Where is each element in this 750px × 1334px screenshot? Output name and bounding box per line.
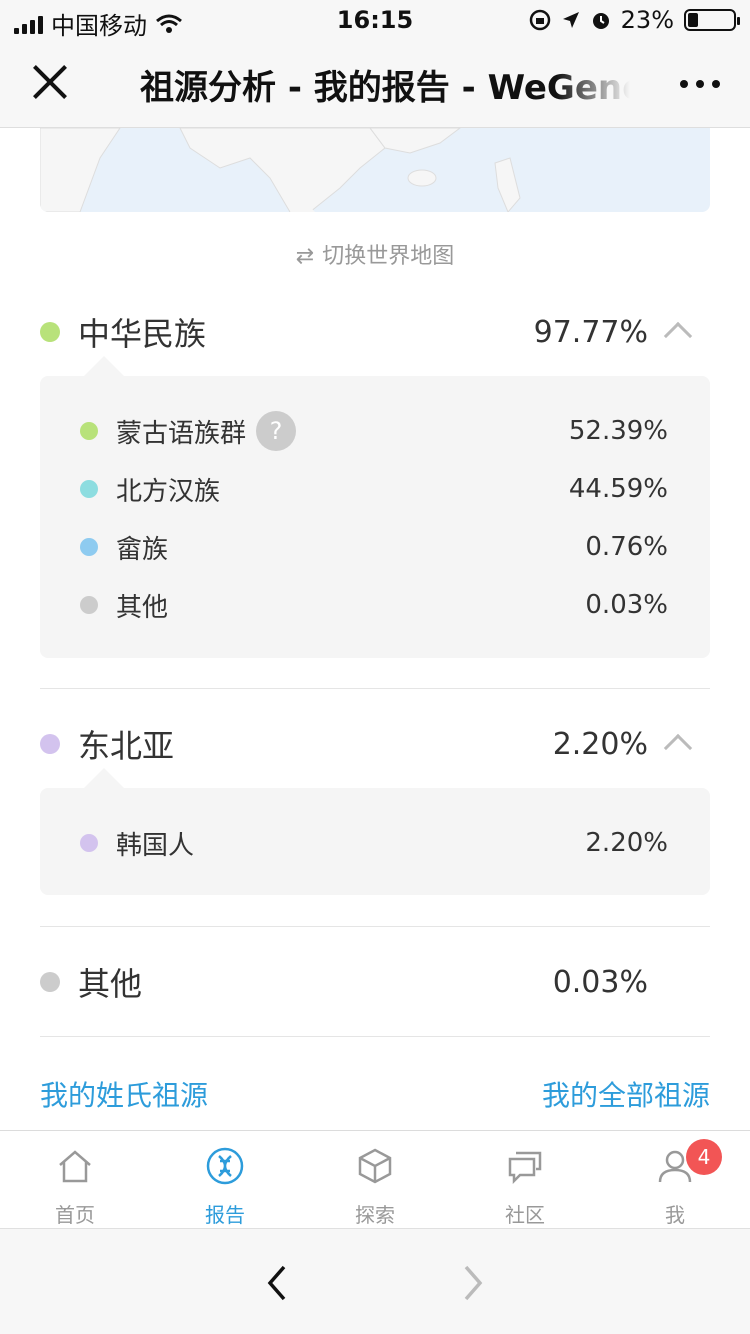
region-color-dot (40, 734, 60, 754)
nav-bar: 祖源分析 - 我的报告 - WeGene (0, 40, 750, 128)
subregion-panel-northeast-asia: 韩国人 2.20% (40, 768, 710, 895)
item-name: 北方汉族 (116, 476, 221, 507)
status-right: 23% (529, 6, 740, 34)
swap-icon: ⇄ (295, 244, 315, 269)
home-icon (59, 1150, 91, 1183)
tab-bar: 首页 报告 探索 社区 4 我 (0, 1130, 750, 1228)
list-item: 韩国人 2.20% (40, 818, 710, 868)
tab-community[interactable]: 社区 (450, 1131, 600, 1229)
region-name: 中华民族 (78, 315, 207, 353)
help-icon[interactable]: ? (256, 411, 297, 451)
tab-explore[interactable]: 探索 (300, 1131, 450, 1229)
tab-report[interactable]: 报告 (150, 1131, 300, 1229)
ancestry-links: 我的姓氏祖源 我的全部祖源 (40, 1074, 710, 1114)
divider (40, 1036, 710, 1037)
region-color-dot (40, 972, 60, 992)
divider (40, 688, 710, 689)
page-title: 祖源分析 - 我的报告 - WeGene (140, 68, 630, 108)
item-name: 畲族 (116, 534, 169, 565)
status-bar: 中国移动 16:15 23% (0, 0, 750, 40)
tab-label: 社区 (505, 1203, 545, 1227)
item-color-dot (80, 480, 98, 498)
item-percent: 52.39% (568, 416, 668, 446)
close-icon[interactable] (30, 62, 70, 102)
list-item: 畲族 0.76% (40, 522, 710, 572)
region-row-other[interactable]: 其他 0.03% (40, 952, 710, 1012)
more-options-icon[interactable] (680, 80, 720, 88)
item-name: 其他 (116, 592, 169, 623)
forward-arrow-icon[interactable] (458, 1263, 488, 1303)
region-row-northeast-asia[interactable]: 东北亚 2.20% (40, 714, 710, 774)
surname-ancestry-link[interactable]: 我的姓氏祖源 (40, 1074, 208, 1114)
item-percent: 0.76% (585, 532, 668, 562)
tab-home[interactable]: 首页 (0, 1131, 150, 1229)
chat-icon (508, 1151, 542, 1185)
region-percent: 0.03% (552, 964, 648, 1000)
battery-percent: 23% (620, 6, 674, 34)
region-color-dot (40, 322, 60, 342)
item-color-dot (80, 596, 98, 614)
item-name: 蒙古语族群 (116, 418, 247, 449)
tab-label: 探索 (355, 1203, 395, 1227)
switch-world-map-button[interactable]: ⇄ 切换世界地图 (0, 238, 750, 270)
list-item: 其他 0.03% (40, 580, 710, 630)
cube-icon (358, 1148, 392, 1184)
item-percent: 0.03% (585, 590, 668, 620)
browser-toolbar (0, 1228, 750, 1334)
rotation-lock-icon (529, 9, 550, 31)
item-color-dot (80, 834, 98, 852)
switch-map-label: 切换世界地图 (322, 244, 455, 269)
region-row-china[interactable]: 中华民族 97.77% (40, 302, 710, 362)
chevron-up-icon[interactable] (663, 733, 693, 763)
item-color-dot (80, 422, 98, 440)
region-percent: 97.77% (533, 314, 648, 350)
divider (40, 926, 710, 927)
tab-me[interactable]: 4 我 (600, 1131, 750, 1229)
battery-icon (684, 9, 740, 31)
item-percent: 44.59% (568, 474, 668, 504)
tab-label: 报告 (205, 1203, 245, 1227)
item-percent: 2.20% (585, 828, 668, 858)
item-name: 韩国人 (116, 830, 195, 861)
region-percent: 2.20% (552, 726, 648, 762)
notification-badge: 4 (686, 1139, 722, 1175)
ancestry-map[interactable] (40, 128, 710, 212)
region-name: 其他 (78, 965, 143, 1003)
all-ancestry-link[interactable]: 我的全部祖源 (542, 1074, 710, 1114)
tab-label: 首页 (55, 1203, 95, 1227)
chevron-up-icon[interactable] (663, 321, 693, 351)
item-color-dot (80, 538, 98, 556)
list-item: 北方汉族 44.59% (40, 464, 710, 514)
tab-label: 我 (665, 1203, 685, 1227)
region-name: 东北亚 (78, 727, 175, 765)
back-arrow-icon[interactable] (262, 1263, 292, 1303)
location-icon (562, 12, 579, 28)
subregion-panel-china: 蒙古语族群 ? 52.39% 北方汉族 44.59% 畲族 0.76% 其他 0… (40, 356, 710, 658)
map-image (40, 128, 521, 212)
list-item: 蒙古语族群 ? 52.39% (40, 406, 710, 456)
alarm-icon (592, 13, 609, 29)
dna-icon (206, 1147, 244, 1185)
